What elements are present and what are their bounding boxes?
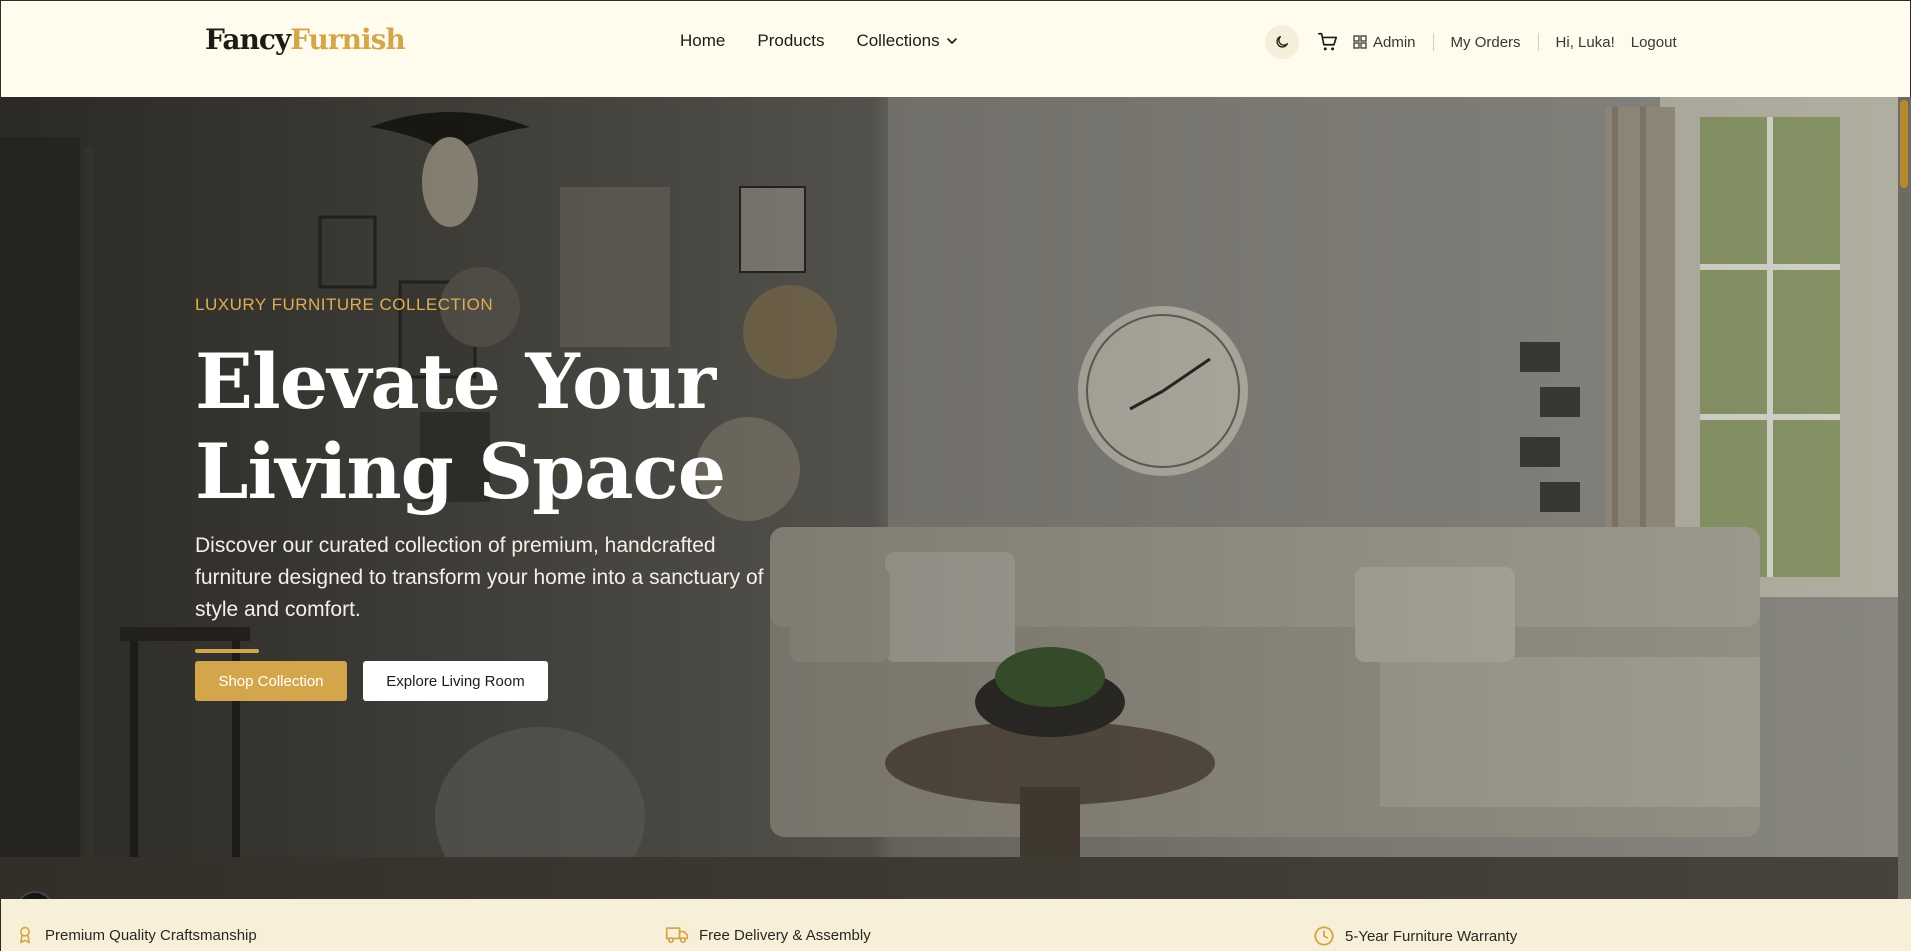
feature-label: 5-Year Furniture Warranty <box>1345 927 1518 945</box>
feature-item: Free Delivery & Assembly <box>665 925 871 945</box>
hero-section: LUXURY FURNITURE COLLECTION Elevate Your… <box>0 97 1900 899</box>
truck-icon <box>665 927 689 944</box>
nav-collections-label: Collections <box>856 31 940 50</box>
site-header: FancyFurnish Home Products Collections A… <box>0 0 1911 97</box>
feature-label: Free Delivery & Assembly <box>699 926 871 944</box>
nav-products[interactable]: Products <box>757 31 824 51</box>
logo-part-furnish: Furnish <box>290 23 406 56</box>
nav-collections[interactable]: Collections <box>856 31 957 51</box>
my-orders-link[interactable]: My Orders <box>1451 34 1521 51</box>
clock-icon <box>1314 926 1334 946</box>
cart-icon <box>1318 32 1338 51</box>
divider <box>1537 33 1539 51</box>
nav-home[interactable]: Home <box>680 31 725 51</box>
admin-link[interactable]: Admin <box>1353 34 1416 51</box>
hero-headline: Elevate Your Living Space <box>195 337 726 516</box>
shop-collection-button[interactable]: Shop Collection <box>195 661 347 701</box>
features-strip: Premium Quality Craftsmanship Free Deliv… <box>0 899 1911 951</box>
admin-label: Admin <box>1373 33 1416 51</box>
feature-item: Premium Quality Craftsmanship <box>15 925 257 945</box>
header-actions: Admin My Orders Hi, Luka! Logout <box>1265 25 1677 59</box>
hero-subtext: Discover our curated collection of premi… <box>195 534 764 621</box>
accent-line <box>195 649 259 653</box>
logo[interactable]: FancyFurnish <box>205 23 406 56</box>
scrollbar-track[interactable] <box>1898 97 1911 899</box>
main-nav: Home Products Collections <box>680 31 958 51</box>
user-greeting: Hi, Luka! <box>1555 33 1615 51</box>
feature-item: 5-Year Furniture Warranty <box>1313 925 1517 947</box>
theme-toggle-button[interactable] <box>1265 25 1299 59</box>
logo-part-fancy: Fancy <box>205 23 291 56</box>
divider <box>1432 33 1434 51</box>
scrollbar-thumb[interactable] <box>1900 100 1908 188</box>
cart-button[interactable] <box>1311 25 1345 59</box>
chevron-down-icon <box>946 38 957 44</box>
hero-eyebrow: LUXURY FURNITURE COLLECTION <box>195 295 494 314</box>
grid-icon <box>1353 35 1367 49</box>
award-icon <box>20 926 30 944</box>
moon-icon <box>1276 36 1288 48</box>
feature-label: Premium Quality Craftsmanship <box>45 926 257 944</box>
logout-link[interactable]: Logout <box>1631 34 1677 51</box>
explore-living-room-button[interactable]: Explore Living Room <box>363 661 548 701</box>
